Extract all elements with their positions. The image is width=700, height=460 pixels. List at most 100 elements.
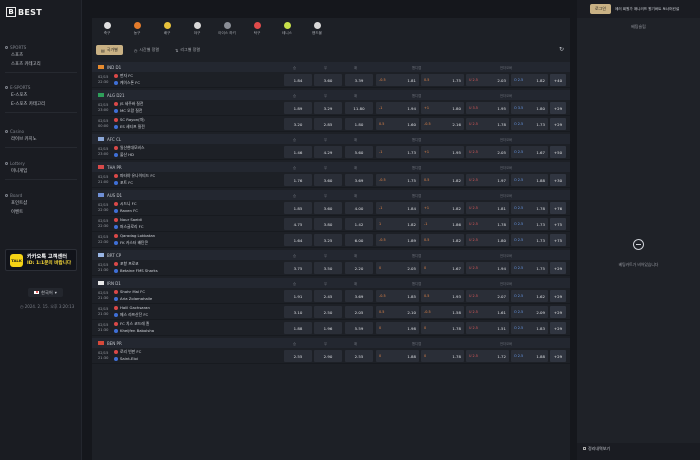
sport-tab[interactable]: 테니스	[272, 18, 302, 41]
under-button[interactable]: U 2.5 1.94	[466, 262, 509, 274]
handicap-home-button[interactable]: -0.5 1.81	[376, 74, 419, 86]
odds-away-button[interactable]: 11.80	[345, 102, 373, 114]
over-button[interactable]: O 2.5 1.73	[511, 118, 548, 130]
handicap-home-button[interactable]: 0.5 2.10	[376, 306, 419, 318]
handicap-away-button[interactable]: 0 1.67	[421, 262, 464, 274]
handicap-home-button[interactable]: 0.5 1.60	[376, 118, 419, 130]
handicap-away-button[interactable]: 0.5 1.93	[421, 290, 464, 302]
sidebar-item-event[interactable]: 이벤트	[5, 208, 77, 217]
odds-draw-button[interactable]: 3.29	[314, 102, 342, 114]
odds-away-button[interactable]: 1.42	[345, 218, 373, 230]
league-header[interactable]: BEN PR 승 무 패 핸디캡 언더오버	[92, 338, 570, 348]
under-button[interactable]: U 2.5 1.97	[466, 174, 509, 186]
league-header[interactable]: ALG D21 승 무 패 핸디캡 언더오버	[92, 90, 570, 100]
language-select[interactable]: 한국어 ▾	[28, 288, 63, 297]
sport-tab[interactable]: 핸드볼	[302, 18, 332, 41]
odds-draw-button[interactable]: 3.60	[314, 74, 342, 86]
handicap-away-button[interactable]: +1 1.95	[421, 146, 464, 158]
odds-draw-button[interactable]: 3.25	[314, 234, 342, 246]
handicap-away-button[interactable]: 0 1.78	[421, 350, 464, 362]
handicap-away-button[interactable]: -1 1.86	[421, 218, 464, 230]
odds-home-button[interactable]: 1.76	[284, 174, 312, 186]
more-markets-button[interactable]: +29	[550, 290, 566, 302]
odds-home-button[interactable]: 3.75	[284, 262, 312, 274]
more-markets-button[interactable]: +29	[550, 306, 566, 318]
odds-away-button[interactable]: 3.39	[345, 74, 373, 86]
odds-away-button[interactable]: 5.60	[345, 146, 373, 158]
filter-league[interactable]: ⇅ 리그별 정렬	[170, 45, 205, 55]
account-links[interactable]: 에러 회원가 애니러프 원기버트 토너머컨설	[615, 7, 679, 12]
under-button[interactable]: U 2.5 2.07	[466, 290, 509, 302]
filter-country[interactable]: ▤ 국가별	[96, 45, 123, 55]
odds-home-button[interactable]: 1.88	[284, 322, 312, 334]
handicap-away-button[interactable]: +1 1.80	[421, 102, 464, 114]
odds-away-button[interactable]: 6.00	[345, 234, 373, 246]
sport-tab[interactable]: 탁구	[242, 18, 272, 41]
odds-draw-button[interactable]: 2.85	[314, 118, 342, 130]
odds-home-button[interactable]: 3.20	[284, 118, 312, 130]
handicap-home-button[interactable]: -1 1.73	[376, 146, 419, 158]
handicap-home-button[interactable]: 1 1.82	[376, 218, 419, 230]
over-button[interactable]: O 2.5 1.78	[511, 202, 548, 214]
handicap-home-button[interactable]: -1 1.84	[376, 202, 419, 214]
handicap-away-button[interactable]: 0.5 1.82	[421, 234, 464, 246]
under-button[interactable]: U 2.5 1.78	[466, 118, 509, 130]
odds-draw-button[interactable]: 3.60	[314, 174, 342, 186]
handicap-away-button[interactable]: 0 1.78	[421, 322, 464, 334]
over-button[interactable]: O 2.5 1.83	[511, 322, 548, 334]
sidebar-item-minigame[interactable]: 미니게임	[5, 167, 77, 176]
more-markets-button[interactable]: +40	[550, 74, 566, 86]
sidebar-item-pointshop[interactable]: 포인트샵	[5, 199, 77, 208]
handicap-home-button[interactable]: -0.5 1.85	[376, 290, 419, 302]
login-button[interactable]: 로그인	[590, 4, 612, 14]
under-button[interactable]: U 2.5 1.78	[466, 218, 509, 230]
odds-home-button[interactable]: 2.55	[284, 350, 312, 362]
more-markets-button[interactable]: +75	[550, 234, 566, 246]
odds-away-button[interactable]: 5.59	[345, 322, 373, 334]
logo[interactable]: B BEST	[6, 6, 42, 18]
league-header[interactable]: THA PR 승 무 패 핸디캡 언더오버	[92, 162, 570, 172]
refresh-icon[interactable]: ↻	[559, 46, 564, 53]
odds-draw-button[interactable]: 2.50	[314, 306, 342, 318]
odds-away-button[interactable]: 4.00	[345, 202, 373, 214]
odds-home-button[interactable]: 1.85	[284, 202, 312, 214]
under-button[interactable]: U 2.5 1.72	[466, 350, 509, 362]
more-markets-button[interactable]: +29	[550, 102, 566, 114]
handicap-away-button[interactable]: -0.5 2.16	[421, 118, 464, 130]
more-markets-button[interactable]: +30	[550, 174, 566, 186]
league-header[interactable]: AUS D1 승 무 패 핸디캡 언더오버	[92, 190, 570, 200]
over-button[interactable]: O 2.5 1.82	[511, 74, 548, 86]
handicap-away-button[interactable]: 0.5 1.82	[421, 174, 464, 186]
handicap-home-button[interactable]: -0.5 1.89	[376, 234, 419, 246]
odds-away-button[interactable]: 1.80	[345, 118, 373, 130]
odds-home-button[interactable]: 1.84	[284, 74, 312, 86]
under-button[interactable]: U 2.5 1.81	[466, 202, 509, 214]
more-markets-button[interactable]: +29	[550, 118, 566, 130]
odds-away-button[interactable]: 2.55	[345, 350, 373, 362]
odds-draw-button[interactable]: 4.29	[314, 146, 342, 158]
league-header[interactable]: AFC CL 승 무 패 핸디캡 언더오버	[92, 134, 570, 144]
under-button[interactable]: U 2.5 2.03	[466, 74, 509, 86]
odds-away-button[interactable]: 2.05	[345, 306, 373, 318]
sport-tab[interactable]: 야구	[182, 18, 212, 41]
handicap-away-button[interactable]: -0.5 1.58	[421, 306, 464, 318]
more-markets-button[interactable]: +29	[550, 350, 566, 362]
odds-draw-button[interactable]: 3.80	[314, 218, 342, 230]
odds-draw-button[interactable]: 3.50	[314, 262, 342, 274]
under-button[interactable]: U 2.5 1.80	[466, 234, 509, 246]
under-button[interactable]: U 2.5 1.61	[466, 306, 509, 318]
odds-draw-button[interactable]: 2.90	[314, 350, 342, 362]
over-button[interactable]: O 2.5 2.09	[511, 306, 548, 318]
league-header[interactable]: BRT CP 승 무 패 핸디캡 언더오버	[92, 250, 570, 260]
kakao-support-banner[interactable]: TALK 카카오톡 고객센터 ID: 1:1문의 바랍니다	[5, 249, 77, 271]
odds-away-button[interactable]: 2.20	[345, 262, 373, 274]
my-bets-link[interactable]: 정리내역보기	[577, 443, 700, 460]
handicap-home-button[interactable]: 0 1.98	[376, 322, 419, 334]
sport-tab[interactable]: 축구	[92, 18, 122, 41]
filter-time[interactable]: ◷ 시간별 정렬	[129, 45, 164, 55]
over-button[interactable]: O 3.5 1.80	[511, 102, 548, 114]
more-markets-button[interactable]: +29	[550, 262, 566, 274]
odds-home-button[interactable]: 1.64	[284, 234, 312, 246]
odds-home-button[interactable]: 4.75	[284, 218, 312, 230]
handicap-home-button[interactable]: -0.5 1.75	[376, 174, 419, 186]
